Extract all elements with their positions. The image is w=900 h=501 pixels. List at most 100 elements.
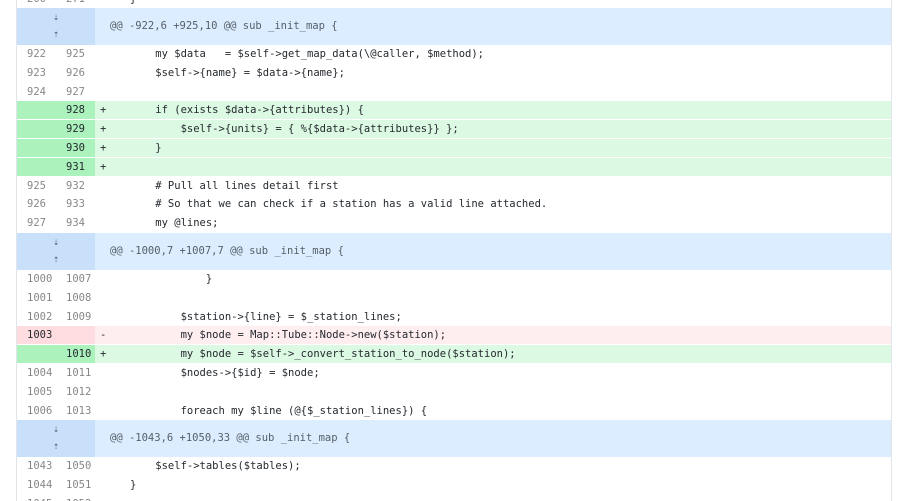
new-line-number[interactable]: 931 bbox=[66, 158, 104, 176]
new-line-number[interactable]: 1010 bbox=[66, 345, 104, 363]
old-line-number[interactable]: 1005 bbox=[27, 383, 65, 401]
new-line-number[interactable]: 1009 bbox=[66, 308, 104, 326]
context-line: 1004 1011 $nodes->{$id} = $node; bbox=[17, 364, 891, 382]
hunk-header: ⇣ ⇡ @@ -1043,6 +1050,33 @@ sub _init_map… bbox=[17, 420, 891, 457]
old-line-number[interactable]: 922 bbox=[27, 45, 65, 63]
expand-button[interactable]: ⇣ ⇡ bbox=[17, 233, 95, 270]
expand-up-icon[interactable]: ⇡ bbox=[50, 253, 62, 267]
new-line-number[interactable]: 925 bbox=[66, 45, 104, 63]
context-line: 10451052 bbox=[17, 495, 891, 501]
old-line-number[interactable] bbox=[27, 101, 65, 119]
hunk-header-text: @@ -1043,6 +1050,33 @@ sub _init_map { bbox=[110, 432, 351, 444]
code-text: if (exists $data->{attributes}) { bbox=[130, 104, 364, 117]
context-line: 922 925 my $data = $self->get_map_data(\@… bbox=[17, 45, 891, 63]
context-line: 1002 1009 $station->{line} = $_station_li… bbox=[17, 308, 891, 326]
expand-down-icon[interactable]: ⇣ bbox=[50, 423, 62, 437]
code-text: $self->{units} = { %{$data->{attributes}… bbox=[130, 123, 459, 136]
diff-marker: + bbox=[100, 104, 107, 117]
context-line: 927 934 my @lines; bbox=[17, 214, 891, 232]
new-line-number[interactable]: 1007 bbox=[66, 270, 104, 288]
old-line-number[interactable]: 1001 bbox=[27, 289, 65, 307]
new-line-number[interactable]: 934 bbox=[66, 214, 104, 232]
expand-down-icon[interactable]: ⇣ bbox=[50, 11, 62, 25]
code-text: } bbox=[130, 0, 136, 8]
context-line: 924 927 bbox=[17, 83, 891, 101]
old-line-number[interactable]: 927 bbox=[27, 214, 65, 232]
new-line-number[interactable]: 933 bbox=[66, 195, 104, 213]
new-line-number[interactable]: 932 bbox=[66, 177, 104, 195]
new-line-number[interactable]: 928 bbox=[66, 101, 104, 119]
code-text: $station->{line} = $_station_lines; bbox=[130, 310, 402, 323]
new-line-number[interactable]: 1052 bbox=[66, 495, 104, 501]
context-line: 1043 1050 $self->tables($tables); bbox=[17, 457, 891, 475]
expand-button[interactable]: ⇣ ⇡ bbox=[17, 420, 95, 457]
new-line-number[interactable]: 1011 bbox=[66, 364, 104, 382]
code-text: foreach my $line (@{$_station_lines}) { bbox=[130, 404, 428, 417]
new-line-number[interactable]: 1008 bbox=[66, 289, 104, 307]
hunk-header-text: @@ -1000,7 +1007,7 @@ sub _init_map { bbox=[110, 245, 344, 257]
added-line: 928 + if (exists $data->{attributes}) { bbox=[17, 101, 891, 120]
code-text: $nodes->{$id} = $node; bbox=[130, 367, 320, 379]
context-line: 923 926 $self->{name} = $data->{name}; bbox=[17, 64, 891, 82]
diff-line: 200 271 } bbox=[17, 0, 891, 8]
old-line-number[interactable] bbox=[27, 120, 65, 138]
new-line-number[interactable]: 1051 bbox=[66, 476, 104, 494]
new-line-number[interactable]: 926 bbox=[66, 64, 104, 82]
expand-up-icon[interactable]: ⇡ bbox=[50, 28, 62, 42]
diff-marker: - bbox=[100, 329, 107, 342]
context-line: 1006 1013 foreach my $line (@{$_station_l… bbox=[17, 402, 891, 420]
old-line-number: 200 bbox=[27, 0, 65, 8]
code-text: } bbox=[130, 273, 213, 285]
hunk-header: ⇣ ⇡ @@ -1000,7 +1007,7 @@ sub _init_map … bbox=[17, 233, 891, 270]
old-line-number[interactable]: 1043 bbox=[27, 457, 65, 475]
old-line-number[interactable] bbox=[27, 139, 65, 157]
old-line-number[interactable]: 1003 bbox=[27, 326, 65, 344]
expand-up-icon[interactable]: ⇡ bbox=[50, 440, 62, 454]
expand-down-icon[interactable]: ⇣ bbox=[50, 236, 62, 250]
code-text: $self->{name} = $data->{name}; bbox=[130, 66, 345, 79]
old-line-number[interactable]: 924 bbox=[27, 83, 65, 101]
code-text: my $data = $self->get_map_data(\@caller,… bbox=[130, 48, 485, 60]
diff-marker: + bbox=[100, 123, 107, 136]
old-line-number[interactable]: 925 bbox=[27, 177, 65, 195]
old-line-number[interactable] bbox=[27, 158, 65, 176]
code-text: } bbox=[130, 478, 137, 491]
code-text: my $node = $self->_convert_station_to_no… bbox=[130, 348, 516, 361]
new-line-number[interactable] bbox=[66, 326, 104, 344]
hunk-header: ⇣ ⇡ @@ -922,6 +925,10 @@ sub _init_map { bbox=[17, 8, 891, 45]
context-line: 1001 1008 bbox=[17, 289, 891, 307]
removed-line: 1003 - my $node = Map::Tube::Node->new($s… bbox=[17, 326, 891, 345]
code-text: # Pull all lines detail first bbox=[130, 179, 339, 192]
code-text: $self->tables($tables); bbox=[130, 460, 301, 472]
added-line: 930 + } bbox=[17, 139, 891, 157]
old-line-number[interactable]: 1002 bbox=[27, 308, 65, 326]
diff-marker: + bbox=[100, 160, 107, 173]
old-line-number[interactable]: 1045 bbox=[27, 495, 65, 501]
new-line-number[interactable]: 929 bbox=[66, 120, 104, 138]
diff-marker: + bbox=[100, 348, 107, 361]
old-line-number[interactable]: 1004 bbox=[27, 364, 65, 382]
old-line-number[interactable]: 1006 bbox=[27, 402, 65, 420]
old-line-number[interactable]: 923 bbox=[27, 64, 65, 82]
new-line-number[interactable]: 1050 bbox=[66, 457, 104, 475]
code-text: # So that we can check if a station has … bbox=[130, 198, 548, 211]
context-line: 925 932 # Pull all lines detail first bbox=[17, 177, 891, 195]
new-line-number[interactable]: 927 bbox=[66, 83, 104, 101]
old-line-number[interactable]: 1044 bbox=[27, 476, 65, 494]
old-line-number[interactable] bbox=[27, 345, 65, 363]
context-line: 1000 1007 } bbox=[17, 270, 891, 288]
old-line-number[interactable]: 926 bbox=[27, 195, 65, 213]
diff-view: 200 271 } ⇣ ⇡ @@ -922,6 +925,10 @@ sub _… bbox=[16, 0, 892, 501]
added-line: 931 + bbox=[17, 157, 891, 176]
context-line: 1005 1012 bbox=[17, 383, 891, 401]
new-line-number[interactable]: 1012 bbox=[66, 383, 104, 401]
code-text: my @lines; bbox=[130, 217, 219, 230]
new-line-number[interactable]: 1013 bbox=[66, 402, 104, 420]
context-line: 926 933 # So that we can check if a stati… bbox=[17, 195, 891, 213]
diff-marker: + bbox=[100, 142, 107, 154]
old-line-number[interactable]: 1000 bbox=[27, 270, 65, 288]
expand-button[interactable]: ⇣ ⇡ bbox=[17, 8, 95, 45]
hunk-header-text: @@ -922,6 +925,10 @@ sub _init_map { bbox=[110, 20, 338, 32]
new-line-number[interactable]: 930 bbox=[66, 139, 104, 157]
new-line-number: 271 bbox=[66, 0, 104, 8]
